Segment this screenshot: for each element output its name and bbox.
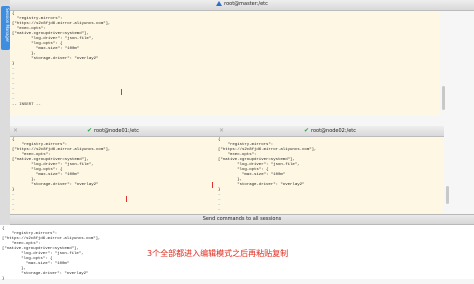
code-line: "registry-mirrors": — [11, 232, 58, 236]
code-line: "registry-mirrors": — [21, 143, 68, 147]
node02-title: root@node02:/etc — [311, 128, 357, 134]
master-titlebar: root@master:/etc — [10, 0, 474, 11]
code-line: ["https://s2c8fjd6.mirror.aliyuncs.com"]… — [12, 22, 111, 26]
code-line: }, — [31, 178, 37, 182]
code-line: { — [218, 138, 221, 142]
code-line: ~ — [12, 209, 15, 213]
code-line: }, — [31, 52, 37, 56]
code-line: ["https://s2c8fjd6.mirror.aliyuncs.com"]… — [218, 148, 317, 152]
code-line: ~ — [12, 83, 15, 87]
node02-terminal[interactable]: { "registry-mirrors": ["https://s2c8fjd6… — [216, 137, 444, 213]
check-icon: ✔ — [303, 127, 309, 134]
code-line: "storage-driver": "overlay2" — [31, 57, 99, 61]
node01-titlebar: × ✔ root@node01:/etc — [10, 126, 216, 137]
node02-titlebar: × ✔ root@node02:/etc — [216, 126, 444, 137]
code-line: "max-size": "100m" — [242, 173, 286, 177]
code-line: { — [12, 138, 15, 142]
master-scrollbar[interactable] — [442, 86, 445, 110]
code-line: ~ — [218, 199, 221, 203]
code-line: }, — [237, 178, 243, 182]
node02-code: { "registry-mirrors": ["https://s2c8fjd6… — [216, 137, 444, 194]
session-manager-tab[interactable]: Session Manager — [1, 6, 10, 50]
code-line: "max-size": "100m" — [36, 173, 80, 177]
code-line: ["https://s2c8fjd6.mirror.aliyuncs.com"]… — [12, 148, 111, 152]
code-line: ~ — [12, 194, 15, 198]
code-line: ~ — [218, 204, 221, 208]
master-title: root@master:/etc — [224, 1, 268, 7]
node02-scrollbar[interactable] — [446, 186, 449, 204]
code-line: "log-opts": { — [21, 257, 53, 261]
code-line: "log-driver": "json-file", — [237, 163, 300, 167]
code-line: ~ — [12, 73, 15, 77]
code-line: "registry-mirrors": — [16, 17, 63, 21]
node01-title: root@node01:/etc — [94, 128, 140, 134]
code-line: ~ — [218, 194, 221, 198]
code-line: } — [12, 62, 15, 66]
master-code: { "registry-mirrors": ["https://s2c8fjd6… — [10, 11, 440, 68]
code-line: "exec-opts": — [227, 153, 257, 157]
node01-text-cursor — [126, 196, 127, 202]
close-icon[interactable]: × — [219, 126, 224, 135]
code-line: ~ — [12, 204, 15, 208]
code-line: ~ — [218, 209, 221, 213]
master-empty-lines: ~ ~ ~ ~ ~ ~ ~ — [10, 68, 440, 103]
send-commands-label: Send commands to all sessions — [202, 216, 282, 222]
code-line: ["https://s2c8fjd6.mirror.aliyuncs.com"]… — [2, 237, 101, 241]
code-line: "log-opts": { — [31, 42, 63, 46]
code-line: }, — [21, 267, 27, 271]
send-commands-bar[interactable]: Send commands to all sessions — [10, 214, 474, 225]
node01-empty-lines: ~ ~ ~ ~ ~ ~ — [10, 194, 216, 213]
warning-icon — [216, 1, 223, 6]
code-line: "storage-driver": "overlay2" — [31, 183, 99, 187]
node02-text-cursor — [212, 182, 213, 188]
master-text-cursor — [121, 89, 122, 95]
code-line: { — [12, 12, 15, 16]
master-terminal[interactable]: { "registry-mirrors": ["https://s2c8fjd6… — [10, 11, 440, 116]
code-line: ~ — [12, 78, 15, 82]
node02-empty-lines: ~ ~ ~ ~ ~ ~ — [216, 194, 444, 213]
code-line: ["native.cgroupdriver=systemd"], — [12, 32, 89, 36]
code-line: "log-driver": "json-file", — [31, 163, 94, 167]
code-line: "log-driver": "json-file", — [21, 252, 84, 256]
code-line: } — [2, 277, 5, 281]
code-line: "max-size": "100m" — [26, 262, 70, 266]
code-line: ["native.cgroupdriver=systemd"], — [218, 158, 295, 162]
code-line: { — [2, 227, 5, 231]
code-line: ~ — [12, 199, 15, 203]
code-line: ~ — [12, 93, 15, 97]
code-line: ["native.cgroupdriver=systemd"], — [12, 158, 89, 162]
node01-terminal[interactable]: { "registry-mirrors": ["https://s2c8fjd6… — [10, 137, 216, 213]
code-line: } — [218, 188, 221, 192]
code-line: "storage-driver": "overlay2" — [237, 183, 305, 187]
check-icon: ✔ — [86, 127, 92, 134]
code-line: "exec-opts": — [16, 27, 46, 31]
node01-code: { "registry-mirrors": ["https://s2c8fjd6… — [10, 137, 216, 194]
code-line: "log-driver": "json-file", — [31, 37, 94, 41]
code-line: ~ — [12, 68, 15, 72]
code-line: ["native.cgroupdriver=systemd"], — [2, 247, 79, 251]
code-line: "storage-driver": "overlay2" — [21, 272, 89, 276]
code-line: "max-size": "100m" — [36, 47, 80, 51]
code-line: "registry-mirrors": — [227, 143, 274, 147]
close-icon[interactable]: × — [13, 126, 18, 135]
code-line: } — [12, 188, 15, 192]
code-line: "log-opts": { — [237, 168, 269, 172]
code-line: "exec-opts": — [11, 242, 41, 246]
code-line: "log-opts": { — [31, 168, 63, 172]
code-line: ~ — [12, 98, 15, 102]
code-line: "exec-opts": — [21, 153, 51, 157]
master-mode-indicator: -- INSERT -- — [12, 103, 41, 107]
annotation-caption: 3个全部都进入编辑模式之后再粘贴复制 — [147, 249, 289, 258]
code-line: ~ — [12, 88, 15, 92]
